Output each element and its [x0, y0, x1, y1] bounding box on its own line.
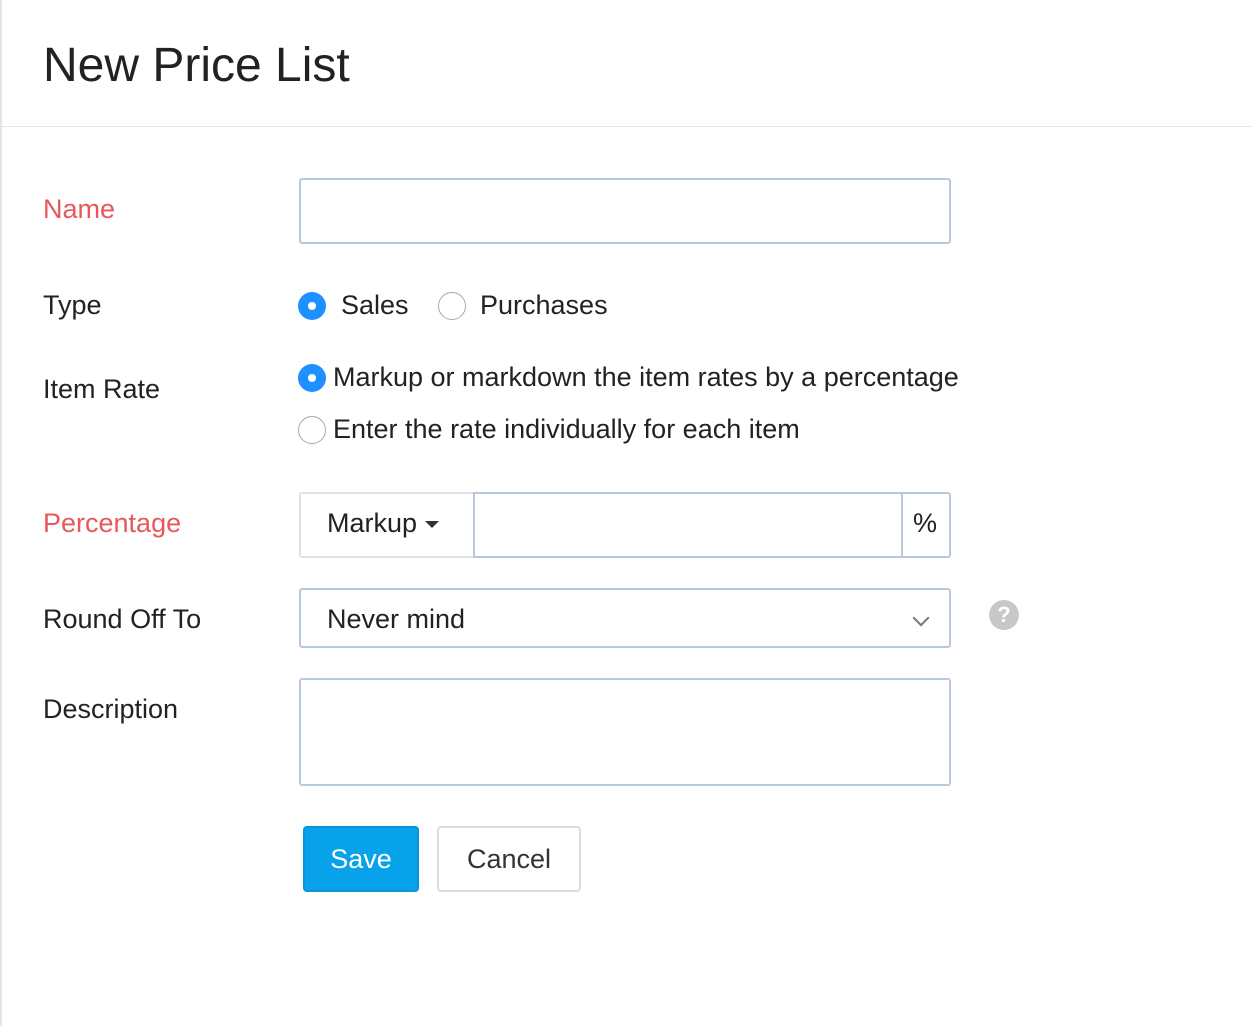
percentage-input[interactable] — [473, 492, 903, 558]
name-label: Name — [43, 194, 116, 224]
type-sales-label[interactable]: Sales — [341, 290, 409, 321]
round-off-value: Never mind — [327, 604, 466, 634]
type-label: Type — [43, 290, 102, 320]
item-rate-individual-label[interactable]: Enter the rate individually for each ite… — [333, 414, 800, 445]
markup-dropdown-value: Markup — [327, 508, 418, 538]
item-rate-markup-radio[interactable] — [298, 364, 326, 392]
item-rate-label: Item Rate — [43, 374, 161, 404]
page-header: New Price List — [2, 0, 1252, 127]
type-purchases-label[interactable]: Purchases — [480, 290, 608, 321]
markup-dropdown[interactable]: Markup — [299, 492, 475, 558]
percentage-label: Percentage — [43, 508, 182, 538]
item-rate-individual-radio[interactable] — [298, 416, 326, 444]
description-textarea[interactable] — [299, 678, 951, 786]
name-input[interactable] — [299, 178, 951, 244]
chevron-down-icon — [912, 609, 930, 627]
caret-down-icon — [425, 521, 440, 529]
type-purchases-radio[interactable] — [438, 292, 466, 320]
save-button[interactable]: Save — [303, 826, 419, 892]
cancel-button[interactable]: Cancel — [437, 826, 581, 892]
question-circle-icon[interactable]: ? — [989, 600, 1019, 630]
round-off-label: Round Off To — [43, 604, 202, 634]
round-off-select[interactable]: Never mind — [299, 588, 951, 648]
page-title: New Price List — [43, 39, 350, 92]
percentage-group: Markup % — [299, 492, 951, 558]
item-rate-markup-label[interactable]: Markup or markdown the item rates by a p… — [333, 362, 959, 393]
percent-suffix: % — [901, 492, 951, 558]
type-sales-radio[interactable] — [298, 292, 326, 320]
description-label: Description — [43, 694, 179, 724]
